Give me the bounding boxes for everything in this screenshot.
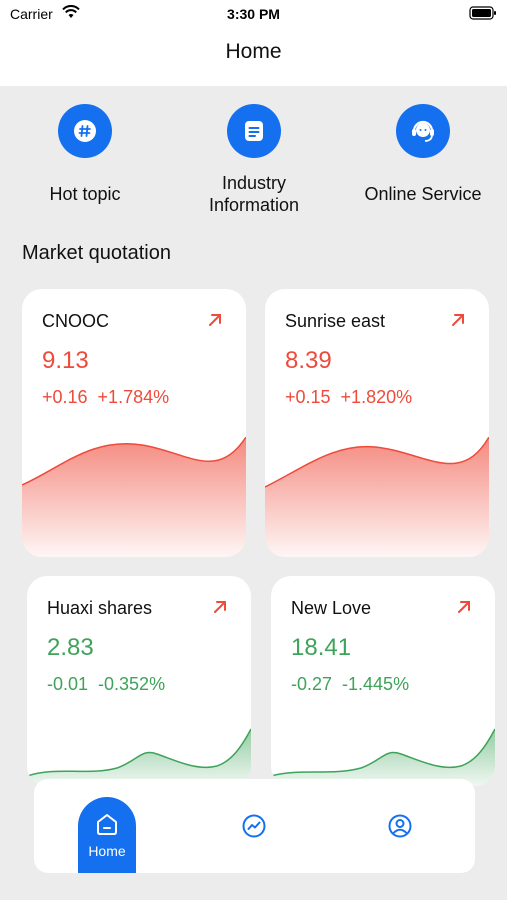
battery-icon — [469, 6, 496, 20]
stock-change-value: -0.01 — [47, 674, 89, 694]
user-icon — [388, 814, 412, 838]
stock-change-value: +0.15 — [285, 387, 331, 407]
stock-price: 18.41 — [291, 634, 352, 661]
stock-change: +0.16 +1.784% — [42, 387, 169, 408]
stock-price: 9.13 — [42, 347, 89, 374]
page-title: Home — [225, 40, 282, 63]
industry-information-label: Industry Information — [179, 172, 329, 216]
tab-home-label: Home — [88, 843, 126, 859]
stock-name: New Love — [291, 598, 372, 618]
trend-arrow-icon — [209, 314, 221, 326]
stock-price: 8.39 — [285, 347, 332, 374]
stock-card-new-love[interactable]: New Love 18.41 -0.27 -1.445% — [271, 576, 495, 786]
sparkline-chart — [271, 728, 495, 786]
tab-home[interactable]: Home — [78, 797, 136, 873]
stock-change-percent: -0.352% — [98, 674, 166, 694]
tab-bar: Home — [34, 779, 475, 873]
stock-change: -0.01 -0.352% — [47, 674, 165, 695]
online-service-button[interactable]: Online Service — [348, 104, 498, 205]
stock-name: Sunrise east — [285, 311, 386, 331]
stock-name: Huaxi shares — [47, 598, 153, 618]
market-trend-icon — [242, 814, 266, 838]
trend-arrow-icon — [214, 601, 226, 613]
market-quotation-title: Market quotation — [22, 242, 171, 264]
document-icon — [227, 104, 281, 158]
industry-label-line2: Information — [208, 195, 300, 215]
stock-change-value: +0.16 — [42, 387, 88, 407]
stock-card-huaxi-shares[interactable]: Huaxi shares 2.83 -0.01 -0.352% — [27, 576, 251, 786]
hot-topic-button[interactable]: Hot topic — [10, 104, 160, 205]
hot-topic-label: Hot topic — [49, 184, 121, 204]
online-service-label: Online Service — [364, 184, 482, 204]
stock-change-value: -0.27 — [291, 674, 333, 694]
home-icon — [97, 814, 117, 835]
status-bar: Carrier 3:30 PM — [0, 0, 507, 28]
stock-card-sunrise-east[interactable]: Sunrise east 8.39 +0.15 +1.820% — [265, 289, 489, 557]
stock-price: 2.83 — [47, 634, 94, 661]
stock-name: CNOOC — [42, 311, 109, 331]
tab-market[interactable] — [234, 779, 274, 873]
stock-change: -0.27 -1.445% — [291, 674, 409, 695]
stock-change: +0.15 +1.820% — [285, 387, 412, 408]
hashtag-icon — [58, 104, 112, 158]
sparkline-chart — [27, 728, 251, 786]
app-screen: Carrier 3:30 PM Home Hot topic Industry … — [0, 0, 507, 900]
clock: 3:30 PM — [227, 6, 280, 22]
trend-arrow-icon — [458, 601, 470, 613]
quick-actions: Hot topic Industry Information Online Se… — [0, 104, 507, 224]
stock-change-percent: -1.445% — [342, 674, 410, 694]
tab-profile[interactable] — [380, 779, 420, 873]
sparkline-chart — [22, 437, 246, 557]
trend-arrow-icon — [452, 314, 464, 326]
stock-change-percent: +1.820% — [340, 387, 413, 407]
industry-label-line1: Industry — [221, 173, 287, 193]
top-bar: Carrier 3:30 PM Home — [0, 0, 507, 86]
stock-change-percent: +1.784% — [97, 387, 170, 407]
sparkline-chart — [265, 437, 489, 557]
customer-service-icon — [396, 104, 450, 158]
stock-card-cnooc[interactable]: CNOOC 9.13 +0.16 +1.784% — [22, 289, 246, 557]
industry-information-button[interactable]: Industry Information — [179, 104, 329, 216]
